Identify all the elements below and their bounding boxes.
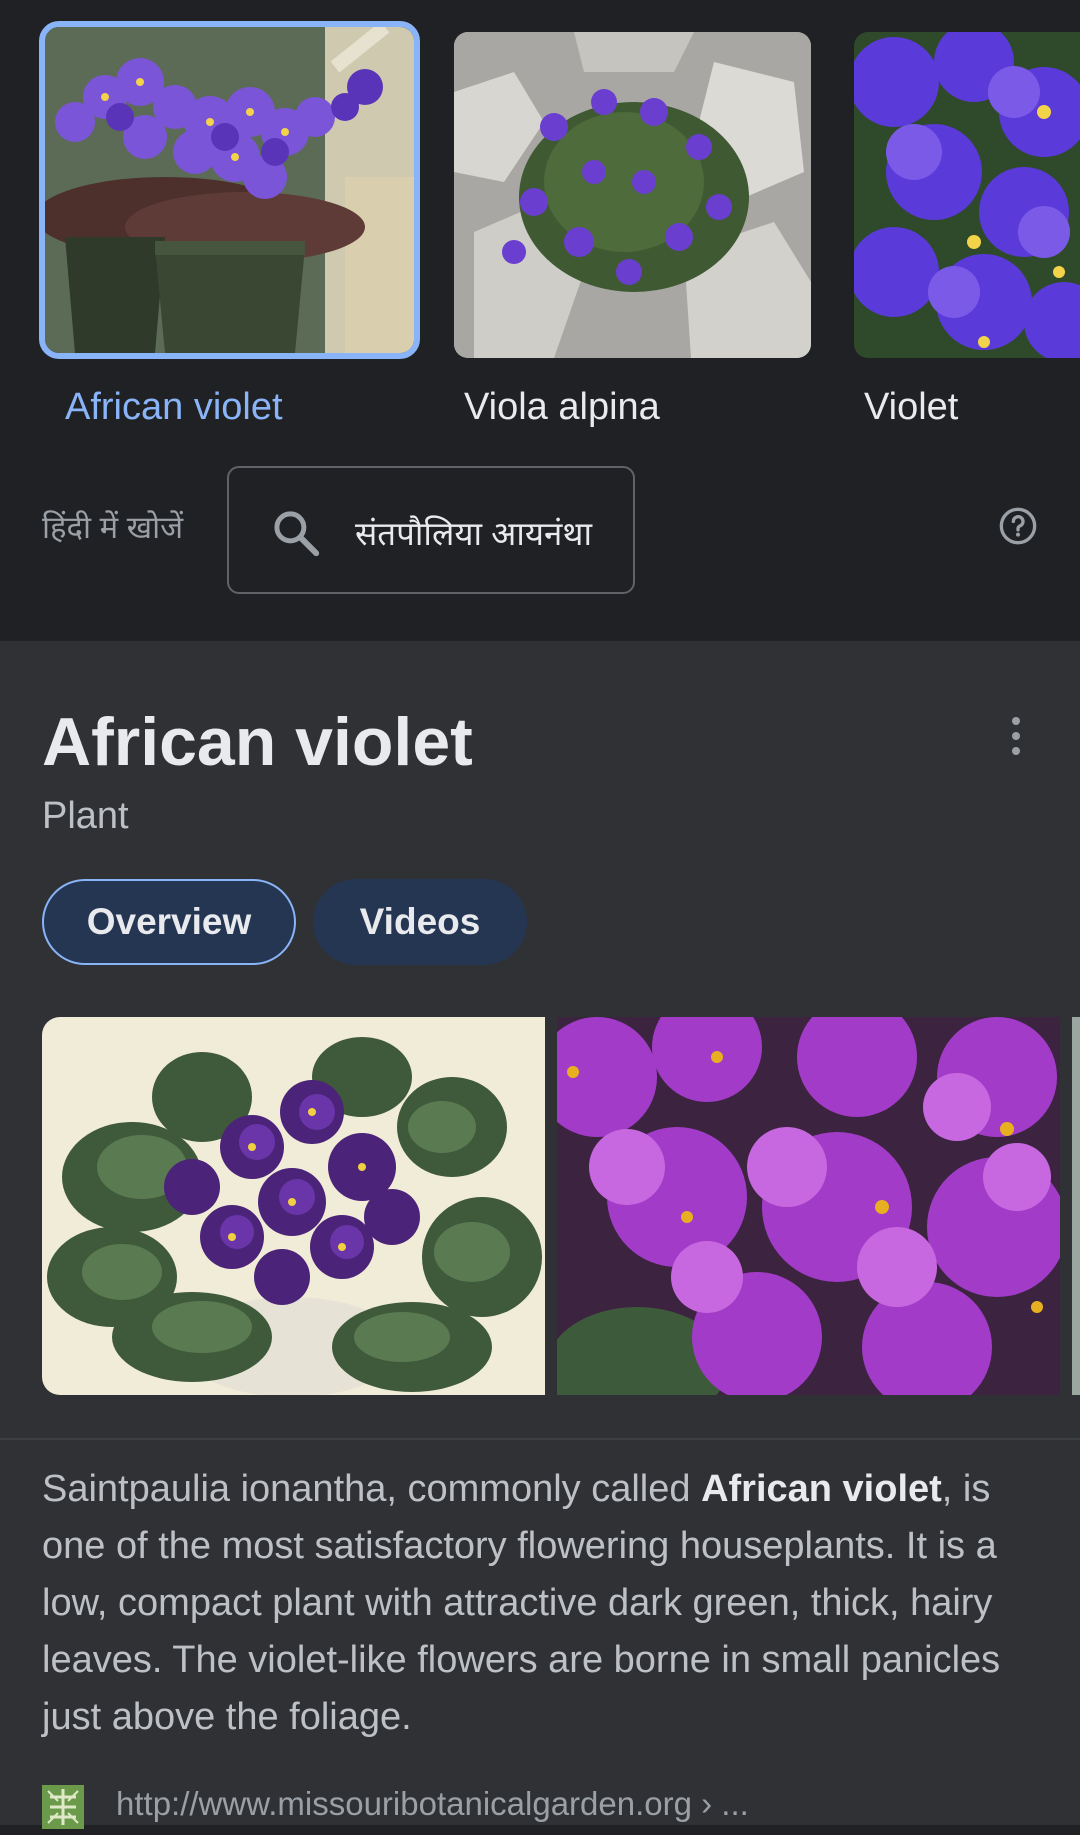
- hindi-search-label: हिंदी में खोजें: [42, 510, 184, 545]
- source-link-row[interactable]: http://www.missouribotanicalgarden.org ›…: [42, 1785, 1080, 1835]
- hindi-search-row: हिंदी में खोजें संतपौलिया आयनंथा: [0, 466, 1080, 596]
- search-icon: [274, 511, 320, 557]
- entity-label-viola-alpina[interactable]: Viola alpina: [464, 386, 660, 429]
- african-violet-thumbnail: [45, 27, 414, 353]
- image-gallery: [42, 1017, 1080, 1395]
- african-violet-photo-2: [557, 1017, 1060, 1395]
- entity-label-african-violet[interactable]: African violet: [65, 386, 283, 429]
- african-violet-photo-1: [42, 1017, 545, 1395]
- source-url[interactable]: http://www.missouribotanicalgarden.org ›…: [116, 1785, 749, 1823]
- more-vert-icon[interactable]: [1000, 711, 1032, 761]
- section-divider: [0, 1438, 1080, 1440]
- help-icon[interactable]: [998, 506, 1038, 546]
- entity-label-violet[interactable]: Violet: [864, 386, 958, 429]
- viola-alpina-thumbnail: [454, 32, 811, 358]
- entity-card-viola-alpina[interactable]: [454, 32, 811, 358]
- description-bold: African violet: [701, 1468, 942, 1510]
- violet-thumbnail: [854, 32, 1080, 358]
- page-title: African violet: [42, 704, 473, 780]
- description-before: Saintpaulia ionantha, commonly called: [42, 1468, 702, 1510]
- entity-type-subtitle: Plant: [42, 795, 129, 837]
- related-entities-section: African violet Viola alpina Violet हिंदी…: [0, 0, 1080, 641]
- gallery-image-1[interactable]: [42, 1017, 545, 1395]
- tab-overview[interactable]: Overview: [42, 879, 296, 965]
- description-text: Saintpaulia ionantha, commonly called Af…: [42, 1461, 1042, 1746]
- missouri-botanical-garden-favicon: [42, 1785, 84, 1829]
- gallery-image-2[interactable]: [557, 1017, 1060, 1395]
- hindi-search-query: संतपौलिया आयनंथा: [355, 515, 593, 552]
- gallery-image-3[interactable]: [1072, 1017, 1080, 1395]
- gallery-image-3-peek: [1072, 1017, 1080, 1395]
- knowledge-panel: African violet Plant Overview Videos Sai…: [0, 641, 1080, 1829]
- tab-videos[interactable]: Videos: [313, 879, 527, 965]
- hindi-search-chip[interactable]: संतपौलिया आयनंथा: [227, 466, 635, 594]
- entity-card-african-violet[interactable]: [39, 21, 420, 359]
- entity-card-violet[interactable]: [854, 32, 1080, 358]
